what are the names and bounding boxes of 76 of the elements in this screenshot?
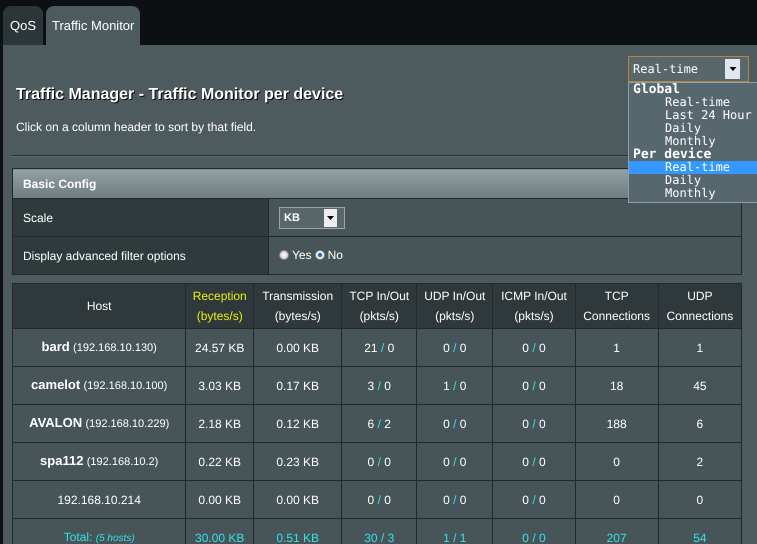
table-cell: 0 [575, 480, 658, 518]
table-cell: 0 / 0 [492, 442, 576, 480]
table-cell: 0.00 KB [254, 328, 342, 366]
column-header[interactable]: TCP In/Out (pkts/s) [342, 284, 417, 328]
table-cell: 2 [658, 442, 742, 480]
table-cell: 1 / 0 [416, 366, 493, 404]
radio-button[interactable] [314, 250, 325, 260]
table-cell: 0 / 0 [492, 404, 576, 442]
table-cell: 6 [658, 404, 742, 442]
table-cell: 0 [658, 480, 742, 518]
radio-button[interactable] [279, 250, 289, 260]
caret-icon [327, 216, 334, 220]
table-cell: 30 / 3 [342, 518, 417, 544]
table-cell: 0 / 0 [342, 480, 417, 518]
table-cell: 0.00 KB [254, 480, 342, 518]
table-cell: 6 / 2 [342, 404, 417, 442]
table-cell: 1 [658, 328, 742, 366]
table-cell: 54 [658, 518, 742, 544]
scale-dropdown[interactable]: KB [279, 206, 345, 228]
table-cell: 0.51 KB [254, 518, 342, 544]
table-cell: 24.57 KB [186, 328, 254, 366]
table-cell: 0 / 0 [492, 328, 576, 366]
table-cell: 192.168.10.214 [12, 480, 186, 518]
dropdown-option[interactable]: Monthly [629, 135, 757, 148]
table-cell: 21 / 0 [342, 328, 417, 366]
table-cell: 18 [575, 366, 658, 404]
table-cell: 0.12 KB [254, 404, 342, 442]
sort-hint: Click on a column header to sort by that field. [16, 119, 256, 135]
table-cell: 30.00 KB [186, 518, 254, 544]
dropdown-option[interactable]: Daily [629, 122, 757, 135]
table-cell: 207 [575, 518, 658, 544]
table-cell: 3 / 0 [342, 366, 417, 404]
table-cell: 0 [575, 442, 658, 480]
radio-option[interactable]: No [314, 248, 343, 262]
dropdown-option[interactable]: Last 24 Hour [629, 109, 757, 122]
field-label: Scale [12, 198, 268, 236]
table-cell: 0.17 KB [254, 366, 342, 404]
view-dropdown[interactable]: Real-time [628, 56, 749, 82]
table-cell: 0.22 KB [186, 442, 254, 480]
radio-option[interactable]: Yes [279, 248, 312, 262]
table-cell: bard (192.168.10.130) [12, 328, 186, 366]
table-cell: 0 / 0 [492, 518, 576, 544]
column-header[interactable]: ICMP In/Out (pkts/s) [492, 284, 576, 328]
column-header[interactable]: Transmission (bytes/s) [254, 284, 342, 328]
table-cell: 0 / 0 [492, 480, 576, 518]
table-cell: 188 [575, 404, 658, 442]
column-header[interactable]: TCP Connections [575, 284, 658, 328]
column-header[interactable]: UDP Connections [658, 284, 742, 328]
table-cell: 0 / 0 [492, 366, 576, 404]
table-cell: 0 / 0 [416, 480, 493, 518]
table-cell: 0.23 KB [254, 442, 342, 480]
table-cell: 0.00 KB [186, 480, 254, 518]
table-cell: 1 [575, 328, 658, 366]
column-header[interactable]: UDP In/Out (pkts/s) [416, 284, 493, 328]
table-cell: Total: (5 hosts) [12, 518, 186, 544]
table-cell: spa112 (192.168.10.2) [12, 442, 186, 480]
tab[interactable]: QoS [3, 6, 44, 45]
table-cell: 45 [658, 366, 742, 404]
table-cell: 2.18 KB [186, 404, 254, 442]
table-cell: camelot (192.168.10.100) [12, 366, 186, 404]
tab[interactable]: Traffic Monitor [46, 6, 140, 45]
caret-icon [728, 67, 736, 71]
option-group-label: Per device [632, 148, 712, 161]
table-cell: AVALON (192.168.10.229) [12, 404, 186, 442]
table-cell: 3.03 KB [186, 366, 254, 404]
column-header[interactable]: Host [12, 284, 186, 328]
page-title: Traffic Manager - Traffic Monitor per device [16, 85, 344, 105]
table-cell: 1 / 1 [416, 518, 493, 544]
option-group-label: Global [632, 83, 680, 96]
field-label: Display advanced filter options [12, 236, 268, 274]
column-header[interactable]: Reception (bytes/s) [186, 284, 254, 328]
table-cell: 0 / 0 [342, 442, 417, 480]
dropdown-option[interactable]: Real-time [629, 96, 757, 109]
table-cell: 0 / 0 [416, 328, 493, 366]
table-cell: 0 / 0 [416, 404, 493, 442]
table-cell: 0 / 0 [416, 442, 493, 480]
